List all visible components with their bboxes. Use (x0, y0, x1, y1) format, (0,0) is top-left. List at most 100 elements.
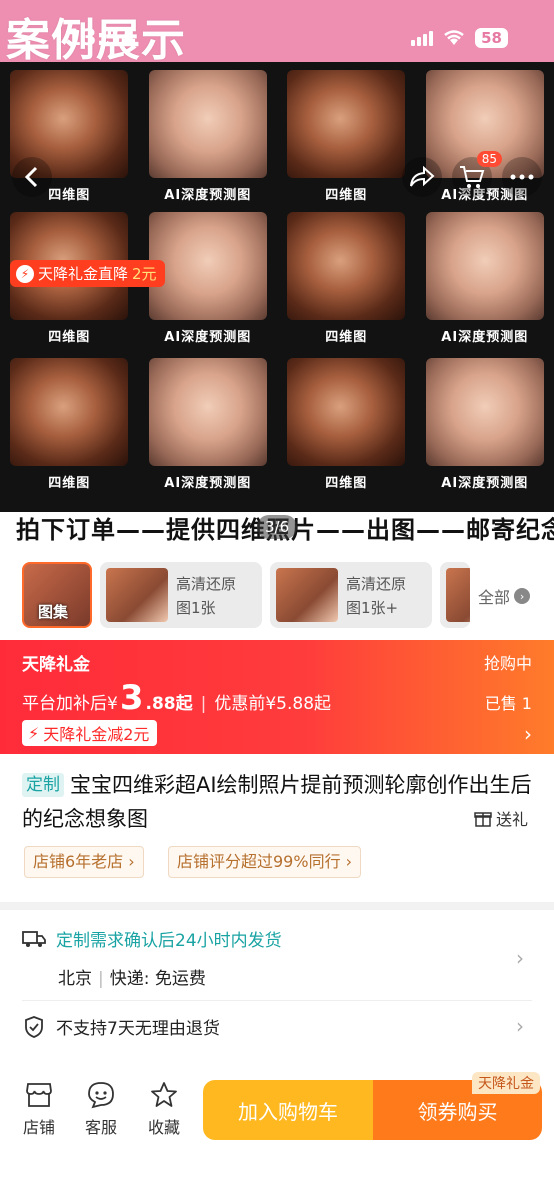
campaign-status: 抢购中 (483, 654, 532, 673)
photo-cell: AI深度预测图 (421, 212, 549, 345)
gift-button[interactable]: 送礼 (474, 806, 528, 830)
store-button[interactable]: 店铺 (16, 1080, 62, 1138)
ultrasound-photo (287, 358, 406, 466)
photo-cell: 四维图 (282, 212, 410, 345)
chevron-right-icon: › (516, 1014, 524, 1038)
origin-city: 北京 (58, 969, 92, 989)
more-dots-icon (510, 174, 534, 180)
variant-line1: 高清还原 (346, 575, 407, 593)
status-indicators: 58 (411, 28, 508, 48)
thumb-variant-1[interactable]: 高清还原 图1张 (100, 562, 262, 628)
chevron-right-icon: › (345, 852, 353, 871)
customer-service-button[interactable]: 客服 (78, 1080, 124, 1138)
variant-line1: 高清还原 (176, 575, 237, 593)
photo-cell: AI深度预测图 (421, 358, 549, 491)
photo-caption: AI深度预测图 (441, 330, 529, 345)
store-label: 店铺 (22, 1118, 55, 1137)
thumb-variant-2[interactable]: 高清还原 图1张+ (270, 562, 432, 628)
favorite-button[interactable]: 收藏 (141, 1080, 187, 1138)
custom-tag: 定制 (22, 773, 64, 797)
product-title: 宝宝四维彩超AI绘制照片提前预测轮廓创作出生后的纪念想象图 (22, 773, 532, 831)
chevron-left-icon (24, 166, 38, 188)
photo-caption: AI深度预测图 (164, 476, 252, 491)
promo-amount: 2元 (132, 265, 157, 283)
price-prefix: 平台加补后¥ (22, 694, 118, 714)
thumb-gallery[interactable]: 图集 (22, 562, 92, 628)
ai-baby-photo (425, 358, 544, 466)
store-icon (24, 1080, 54, 1110)
page-indicator: 3/6 (257, 515, 298, 539)
gift-label: 送礼 (495, 810, 528, 829)
star-icon (149, 1080, 179, 1110)
store-rating-chip[interactable]: 店铺评分超过99%同行 › (168, 846, 362, 878)
thumb-variant-3[interactable] (440, 562, 470, 628)
photo-caption: AI深度预测图 (164, 330, 252, 345)
photo-cell: 四维图 (282, 70, 410, 203)
cart-count-badge: 85 (476, 151, 502, 167)
photo-caption: 四维图 (325, 476, 368, 491)
gift-icon (474, 812, 492, 827)
service-label: 客服 (84, 1118, 117, 1137)
divider-line (22, 1000, 532, 1001)
promo-label: 天降礼金直降 (38, 265, 129, 283)
favorite-label: 收藏 (147, 1118, 180, 1137)
chevron-right-icon: › (128, 852, 135, 871)
photo-caption: AI深度预测图 (164, 188, 252, 203)
photo-cell: 四维图 (5, 358, 133, 491)
store-age-chip[interactable]: 店铺6年老店 › (24, 846, 144, 878)
photo-cell: 四维图 (282, 358, 410, 491)
shield-icon (22, 1015, 46, 1039)
shipping-section[interactable]: 定制需求确认后24小时内发货 北京 | 快递: 免运费 › 不支持7天无理由退货 › (0, 910, 554, 1080)
price-decimal: .88起 (145, 694, 193, 714)
see-all-label: 全部 (478, 588, 511, 607)
ai-baby-photo (425, 212, 544, 320)
chip-text: 店铺6年老店 (33, 852, 124, 871)
divider: | (98, 969, 104, 989)
return-policy-row[interactable]: 不支持7天无理由退货 (22, 1014, 220, 1039)
more-button[interactable] (502, 157, 542, 197)
back-button[interactable] (12, 157, 52, 197)
product-info: 定制 宝宝四维彩超AI绘制照片提前预测轮廓创作出生后的纪念想象图 送礼 店铺6年老… (0, 754, 554, 902)
gallery-label: 图集 (38, 603, 69, 621)
delivery-text: 定制需求确认后24小时内发货 (56, 931, 282, 951)
product-image-carousel[interactable]: 四维图 AI深度预测图 四维图 AI深度预测图 四维图 AI深度预测图 四维图 … (0, 62, 554, 512)
share-icon (410, 166, 435, 187)
see-all-button[interactable]: 全部 › (478, 584, 531, 608)
chat-smile-icon (86, 1080, 116, 1110)
photo-caption: 四维图 (48, 476, 91, 491)
ai-baby-photo (148, 358, 267, 466)
thumbnail-strip: 图集 高清还原 图1张 高清还原 图1张+ 全部 › (0, 554, 554, 640)
price-divider: | (200, 694, 207, 714)
case-banner: 案例展示 13:54 58 (0, 0, 554, 66)
variant-image (106, 568, 168, 622)
share-button[interactable] (402, 157, 442, 197)
wifi-icon (444, 30, 464, 45)
variant-image (276, 568, 338, 622)
variant-text: 高清还原 图1张+ (346, 572, 406, 620)
lightning-icon: ⚡ (28, 723, 40, 743)
photo-caption: AI深度预测图 (441, 476, 529, 491)
variant-text: 高清还原 图1张 (176, 572, 236, 620)
original-price: 优惠前¥5.88起 (214, 694, 332, 714)
variant-line2: 图1张+ (346, 599, 399, 617)
battery-indicator: 58 (475, 28, 508, 48)
campaign-title: 天降礼金 (22, 655, 90, 675)
photo-caption: 四维图 (48, 330, 91, 345)
photo-cell: AI深度预测图 (144, 358, 272, 491)
image-row-3: 四维图 AI深度预测图 四维图 AI深度预测图 (0, 358, 554, 491)
signal-icon (411, 30, 434, 46)
coupon-tag[interactable]: ⚡ 天降礼金减2元 (22, 720, 158, 746)
promo-pill: ⚡ 天降礼金直降 2元 (10, 260, 165, 287)
product-title-block: 定制 宝宝四维彩超AI绘制照片提前预测轮廓创作出生后的纪念想象图 (22, 768, 532, 836)
delivery-row: 定制需求确认后24小时内发货 (22, 926, 282, 951)
chip-text: 店铺评分超过99%同行 (177, 852, 341, 871)
price-line: 平台加补后¥ 3 .88起 | 优惠前¥5.88起 (22, 678, 331, 718)
ultrasound-photo (10, 358, 129, 466)
cart-button[interactable]: 85 (452, 151, 502, 197)
price-integer: 3 (119, 678, 144, 718)
price-banner[interactable]: 天降礼金 抢购中 平台加补后¥ 3 .88起 | 优惠前¥5.88起 已售 1 … (0, 640, 554, 754)
photo-cell: AI深度预测图 (144, 70, 272, 203)
status-time: 13:54 (66, 26, 137, 51)
express-fee: 快递: 免运费 (109, 969, 206, 989)
add-to-cart-button[interactable]: 加入购物车 (203, 1080, 373, 1140)
